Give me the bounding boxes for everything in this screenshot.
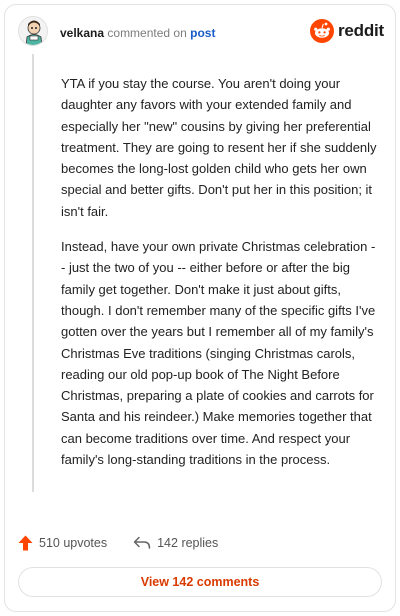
reddit-wordmark: reddit bbox=[337, 21, 384, 40]
username-link[interactable]: velkana bbox=[60, 26, 104, 40]
comment-body: YTA if you stay the course. You aren't d… bbox=[61, 73, 379, 484]
thread-line[interactable] bbox=[32, 54, 34, 492]
avatar-icon[interactable] bbox=[18, 16, 48, 46]
upvote-count: 510 upvotes bbox=[39, 536, 108, 550]
post-link[interactable]: post bbox=[190, 26, 215, 40]
reply-count: 142 replies bbox=[157, 536, 219, 550]
view-comments-button[interactable]: View 142 comments bbox=[18, 567, 382, 597]
upvote-arrow-icon bbox=[18, 535, 33, 551]
reddit-snoo-icon bbox=[309, 19, 334, 43]
comment-paragraph: Instead, have your own private Christmas… bbox=[61, 239, 376, 468]
comment-paragraph: YTA if you stay the course. You aren't d… bbox=[61, 76, 377, 219]
upvote-button[interactable]: 510 upvotes bbox=[18, 535, 107, 551]
comment-byline: velkana commented on post bbox=[60, 26, 215, 40]
reddit-logo[interactable]: reddit bbox=[309, 19, 384, 43]
comment-stats: 510 upvotes 142 replies bbox=[18, 532, 218, 554]
comment-header: velkana commented on post reddit bbox=[18, 14, 384, 52]
reply-arrow-icon bbox=[133, 536, 151, 549]
replies-button[interactable]: 142 replies bbox=[133, 536, 218, 550]
byline-verb: commented on bbox=[107, 26, 187, 40]
